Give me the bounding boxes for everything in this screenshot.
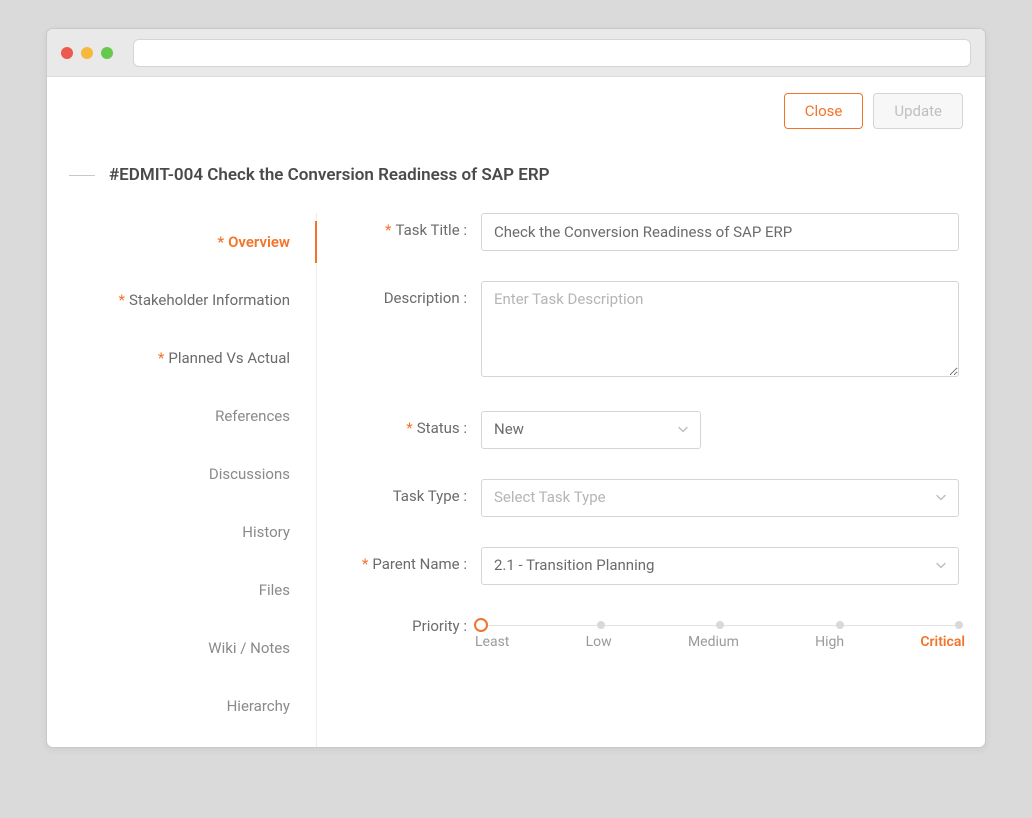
sidebar-item-label: Stakeholder Information <box>129 291 290 309</box>
priority-tick-high[interactable] <box>836 621 844 629</box>
titlebar <box>47 29 985 77</box>
sidebar-item-wiki[interactable]: Wiki / Notes <box>69 619 316 677</box>
sidebar-item-label: Hierarchy <box>227 697 290 715</box>
row-task-title: *Task Title : <box>353 213 959 251</box>
required-asterisk: * <box>362 555 368 573</box>
row-parent-name: *Parent Name : 2.1 - Transition Planning <box>353 547 959 585</box>
priority-slider[interactable]: Least Low Medium High Critical <box>481 615 959 650</box>
title-row: #EDMIT-004 Check the Conversion Readines… <box>69 165 963 185</box>
row-task-type: Task Type : Select Task Type <box>353 479 959 517</box>
required-asterisk: * <box>385 221 391 239</box>
close-button[interactable]: Close <box>784 93 864 129</box>
sidebar-item-files[interactable]: Files <box>69 561 316 619</box>
label-priority: Priority : <box>353 615 481 635</box>
window-close-dot[interactable] <box>61 47 73 59</box>
window-minimize-dot[interactable] <box>81 47 93 59</box>
required-asterisk: * <box>217 233 224 251</box>
description-textarea[interactable] <box>481 281 959 377</box>
action-row: Close Update <box>69 93 963 129</box>
slider-track <box>481 625 959 626</box>
window-maximize-dot[interactable] <box>101 47 113 59</box>
sidebar-item-label: Planned Vs Actual <box>168 349 290 367</box>
label-description: Description : <box>353 281 481 307</box>
label-task-type: Task Type : <box>353 479 481 505</box>
sidebar: * Overview * Stakeholder Information * P… <box>69 213 317 747</box>
row-priority: Priority : Least Low M <box>353 615 959 650</box>
update-button[interactable]: Update <box>873 93 963 129</box>
label-text: Priority : <box>412 617 467 635</box>
label-parent-name: *Parent Name : <box>353 547 481 573</box>
browser-window: Close Update #EDMIT-004 Check the Conver… <box>46 28 986 748</box>
label-task-title: *Task Title : <box>353 213 481 239</box>
task-type-select[interactable]: Select Task Type <box>481 479 959 517</box>
sidebar-item-planned[interactable]: * Planned Vs Actual <box>69 329 316 387</box>
priority-tick-low[interactable] <box>597 621 605 629</box>
parent-name-select[interactable]: 2.1 - Transition Planning <box>481 547 959 585</box>
main-grid: * Overview * Stakeholder Information * P… <box>69 213 963 747</box>
sidebar-item-overview[interactable]: * Overview <box>69 213 316 271</box>
sidebar-item-label: Discussions <box>209 465 290 483</box>
task-title-input[interactable] <box>481 213 959 251</box>
label-status: * Status : <box>353 411 481 437</box>
required-asterisk: * <box>406 419 412 437</box>
sidebar-item-label: Wiki / Notes <box>208 639 290 657</box>
priority-label-medium: Medium <box>688 634 739 650</box>
required-asterisk: * <box>158 349 164 367</box>
sidebar-item-label: Files <box>259 581 290 599</box>
sidebar-item-stakeholder[interactable]: * Stakeholder Information <box>69 271 316 329</box>
label-text: Description : <box>384 289 467 307</box>
row-status: * Status : New <box>353 411 959 449</box>
priority-label-least: Least <box>475 634 509 650</box>
label-text: Status : <box>417 419 467 437</box>
priority-label-low: Low <box>586 634 612 650</box>
url-bar[interactable] <box>133 39 971 67</box>
label-text: Task Title : <box>395 221 467 239</box>
title-dash <box>69 175 95 176</box>
label-text: Parent Name : <box>372 555 467 573</box>
form: *Task Title : Description : <box>317 213 963 747</box>
sidebar-item-discussions[interactable]: Discussions <box>69 445 316 503</box>
priority-label-high: High <box>815 634 844 650</box>
priority-labels: Least Low Medium High Critical <box>481 634 959 650</box>
sidebar-item-references[interactable]: References <box>69 387 316 445</box>
label-text: Task Type : <box>393 487 467 505</box>
sidebar-item-label: Overview <box>228 233 290 251</box>
sidebar-item-label: References <box>215 407 290 425</box>
sidebar-item-label: History <box>242 523 290 541</box>
priority-tick-medium[interactable] <box>716 621 724 629</box>
row-description: Description : <box>353 281 959 381</box>
priority-tick-least[interactable] <box>474 618 488 632</box>
sidebar-item-hierarchy[interactable]: Hierarchy <box>69 677 316 735</box>
priority-label-critical: Critical <box>920 634 965 650</box>
content-area: Close Update #EDMIT-004 Check the Conver… <box>47 77 985 747</box>
status-select[interactable]: New <box>481 411 701 449</box>
page-title: #EDMIT-004 Check the Conversion Readines… <box>109 165 550 185</box>
priority-tick-critical[interactable] <box>955 621 963 629</box>
sidebar-item-history[interactable]: History <box>69 503 316 561</box>
required-asterisk: * <box>119 291 125 309</box>
